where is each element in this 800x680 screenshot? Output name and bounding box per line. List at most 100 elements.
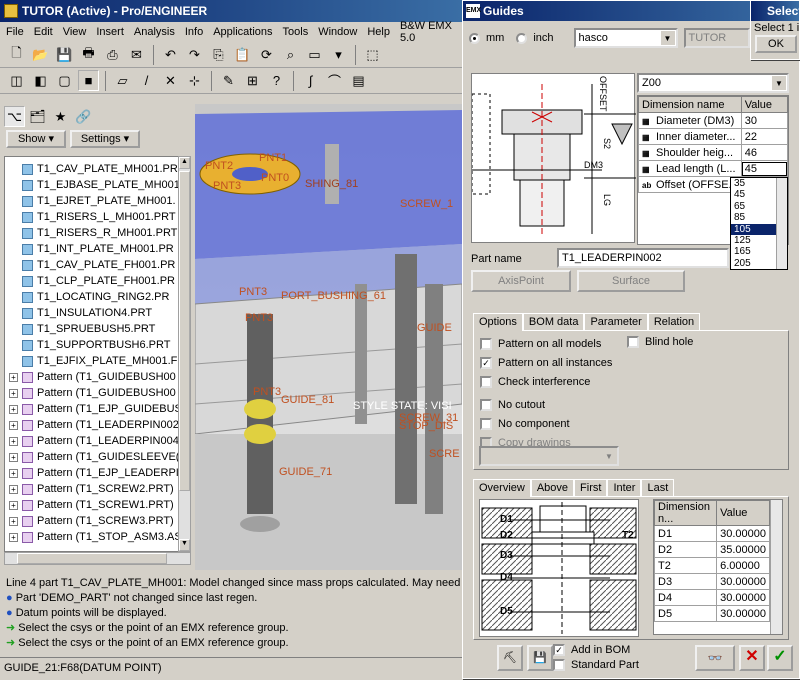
section-dimension-row[interactable]: D4 30.00000 bbox=[654, 589, 770, 606]
select-title-bar[interactable]: Select bbox=[751, 1, 799, 21]
dropdown-scrollbar[interactable] bbox=[776, 178, 787, 269]
tree-pattern-row[interactable]: + Pattern (T1_GUIDEBUSH00 bbox=[9, 369, 179, 385]
expand-icon[interactable]: + bbox=[9, 468, 18, 478]
scroll-up-arrow-icon[interactable]: ▲ bbox=[179, 157, 190, 169]
datum-point-icon[interactable]: ✕ bbox=[160, 70, 181, 91]
menu-insert[interactable]: Insert bbox=[96, 26, 124, 38]
tab-relation[interactable]: Relation bbox=[647, 313, 701, 330]
section-dimension-row[interactable]: D5 30.00000 bbox=[654, 605, 770, 622]
pipe-icon[interactable]: ⌒ bbox=[324, 70, 345, 91]
table2-header-name[interactable]: Dimension n... bbox=[654, 500, 718, 526]
cancel-button[interactable]: ✕ bbox=[739, 645, 765, 671]
tree-part-row[interactable]: T1_RISERS_R_MH001.PRT bbox=[9, 225, 179, 241]
tree-part-row[interactable]: T1_EJRET_PLATE_MH001. bbox=[9, 193, 179, 209]
inch-radio[interactable] bbox=[516, 32, 528, 44]
section-dim-value[interactable]: 6.00000 bbox=[716, 557, 770, 574]
glasses-preview-button[interactable]: 👓 bbox=[695, 645, 735, 671]
emx-icon[interactable]: ▤ bbox=[348, 70, 369, 91]
connections-tab-icon[interactable]: 🔗 bbox=[73, 106, 94, 127]
menu-view[interactable]: View bbox=[63, 26, 87, 38]
scroll-down-arrow-icon[interactable]: ▼ bbox=[179, 539, 190, 551]
tab-parameter[interactable]: Parameter bbox=[584, 313, 648, 330]
model-tree[interactable]: T1_CAV_PLATE_MH001.PR T1_EJBASE_PLATE_MH0… bbox=[4, 156, 180, 552]
expand-icon[interactable]: + bbox=[9, 372, 18, 382]
expand-icon[interactable]: + bbox=[9, 484, 18, 494]
dimension-row[interactable]: ▦ Shoulder heig... 46 bbox=[638, 144, 789, 161]
tree-horizontal-scrollbar[interactable] bbox=[4, 552, 191, 565]
tab-first[interactable]: First bbox=[574, 479, 608, 496]
dropdown-option[interactable]: 105 bbox=[731, 223, 777, 235]
tree-part-row[interactable]: T1_EJBASE_PLATE_MH001 bbox=[9, 177, 179, 193]
dropdown-arrow-icon[interactable]: ▼ bbox=[772, 76, 786, 90]
dim-header-name[interactable]: Dimension name bbox=[638, 96, 742, 113]
open-folder-icon[interactable]: 📂 bbox=[30, 44, 51, 65]
mm-radio[interactable] bbox=[469, 32, 480, 44]
menu-emx[interactable]: B&W EMX 5.0 bbox=[400, 20, 462, 44]
dimension-value-cell[interactable]: 30 bbox=[740, 112, 789, 129]
section-dimension-row[interactable]: T2 6.00000 bbox=[654, 557, 770, 574]
no-hidden-icon[interactable]: ▢ bbox=[54, 70, 75, 91]
model-tree-tab-icon[interactable]: ⌥ bbox=[4, 106, 25, 127]
tree-part-row[interactable]: T1_INSULATION4.PRT bbox=[9, 305, 179, 321]
menu-edit[interactable]: Edit bbox=[34, 26, 53, 38]
scroll-thumb[interactable] bbox=[179, 171, 190, 491]
expand-icon[interactable]: + bbox=[9, 420, 18, 430]
option-checkbox[interactable] bbox=[480, 338, 492, 351]
tree-part-row[interactable]: T1_LOCATING_RING2.PR bbox=[9, 289, 179, 305]
dropdown-arrow-icon[interactable]: ▾ bbox=[328, 44, 349, 65]
tree-pattern-row[interactable]: + Pattern (T1_GUIDESLEEVE( bbox=[9, 449, 179, 465]
window-icon[interactable]: ▭ bbox=[304, 44, 325, 65]
add-in-bom-checkbox[interactable]: ✓ bbox=[553, 644, 565, 657]
standard-part-checkbox[interactable] bbox=[553, 659, 565, 672]
dropdown-option[interactable]: 65 bbox=[731, 201, 777, 212]
expand-icon[interactable]: + bbox=[9, 532, 18, 542]
pick-tool-button[interactable]: ⛏ bbox=[497, 645, 523, 671]
favorites-tab-icon[interactable]: ★ bbox=[50, 106, 71, 127]
h-scroll-thumb[interactable] bbox=[17, 553, 167, 564]
curve-icon[interactable]: ∫ bbox=[300, 70, 321, 91]
print-preview-icon[interactable]: ⎙ bbox=[102, 44, 123, 65]
menu-info[interactable]: Info bbox=[185, 26, 203, 38]
tab-above[interactable]: Above bbox=[530, 479, 575, 496]
tree-pattern-row[interactable]: + Pattern (T1_EJP_LEADERPI bbox=[9, 465, 179, 481]
tree-pattern-row[interactable]: + Pattern (T1_LEADERPIN002 bbox=[9, 417, 179, 433]
new-file-icon[interactable]: 🗋 bbox=[6, 44, 27, 65]
regenerate-icon[interactable]: ⟳ bbox=[256, 44, 277, 65]
tree-vertical-scrollbar[interactable]: ▲ ▼ bbox=[178, 156, 191, 552]
option-checkbox[interactable] bbox=[480, 376, 492, 389]
section-dimension-row[interactable]: D1 30.00000 bbox=[654, 525, 770, 542]
tab-bom-data[interactable]: BOM data bbox=[522, 313, 585, 330]
find-icon[interactable]: ⌕ bbox=[280, 44, 301, 65]
dropdown-option[interactable]: 205 bbox=[731, 258, 777, 269]
tree-part-row[interactable]: T1_EJFIX_PLATE_MH001.F bbox=[9, 353, 179, 369]
part-name-input[interactable]: T1_LEADERPIN002 bbox=[557, 248, 729, 268]
select-ok-button[interactable]: OK bbox=[755, 35, 797, 53]
tree-pattern-row[interactable]: + Pattern (T1_LEADERPIN004 bbox=[9, 433, 179, 449]
tree-pattern-row[interactable]: + Pattern (T1_GUIDEBUSH00 bbox=[9, 385, 179, 401]
tree-pattern-row[interactable]: + Pattern (T1_SCREW2.PRT) bbox=[9, 481, 179, 497]
option-checkbox[interactable]: ✓ bbox=[480, 357, 492, 370]
expand-icon[interactable]: + bbox=[9, 436, 18, 446]
expand-icon[interactable]: + bbox=[9, 516, 18, 526]
tree-part-row[interactable]: T1_CAV_PLATE_FH001.PR bbox=[9, 257, 179, 273]
dimension-row[interactable]: ▦ Inner diameter... 22 bbox=[638, 128, 789, 145]
copy-drawings-select[interactable]: ▼ bbox=[479, 446, 619, 466]
tree-part-row[interactable]: T1_CAV_PLATE_MH001.PR bbox=[9, 161, 179, 177]
tab-last[interactable]: Last bbox=[641, 479, 675, 496]
section-dim-value[interactable]: 30.00000 bbox=[716, 589, 770, 606]
dropdown-arrow-icon[interactable]: ▼ bbox=[602, 449, 616, 463]
dimension-row[interactable]: ▦ Diameter (DM3) 30 bbox=[638, 112, 789, 129]
supplier-select[interactable]: hasco ▼ bbox=[573, 28, 678, 48]
help-pointer-icon[interactable]: ? bbox=[266, 70, 287, 91]
save-icon[interactable]: 💾 bbox=[54, 44, 75, 65]
redo-icon[interactable]: ↷ bbox=[184, 44, 205, 65]
section-dim-value[interactable]: 30.00000 bbox=[716, 525, 770, 542]
print-icon[interactable]: 🖶 bbox=[78, 44, 99, 65]
surface-button[interactable]: Surface bbox=[577, 270, 685, 292]
lead-length-dropdown[interactable]: 35 45 65 85 105 125 165 205 bbox=[730, 177, 788, 270]
menu-window[interactable]: Window bbox=[318, 26, 357, 38]
guides-title-bar[interactable]: EMX Guides bbox=[463, 1, 799, 21]
blind-hole-checkbox[interactable] bbox=[627, 336, 639, 349]
axis-point-button[interactable]: AxisPoint bbox=[471, 270, 571, 292]
main-title-bar[interactable]: TUTOR (Active) - Pro/ENGINEER bbox=[0, 0, 462, 22]
